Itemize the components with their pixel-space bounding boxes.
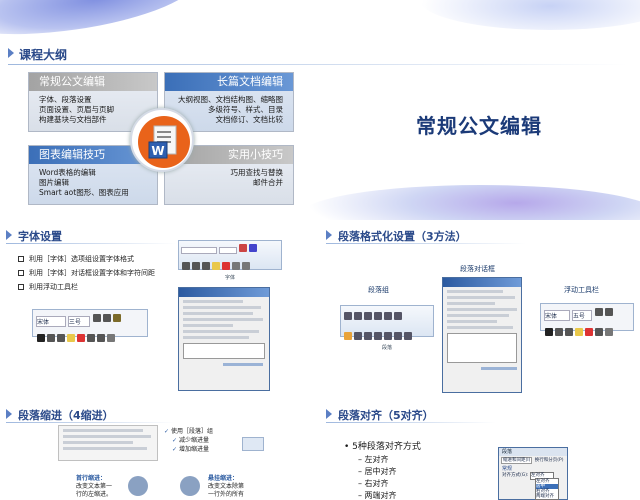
check-icon: ✓ <box>172 437 178 444</box>
dialog-title: 段落 <box>499 448 567 456</box>
font-dialog-thumbnail <box>178 287 270 391</box>
alignment-dropdown[interactable]: 左对齐 居中 右对齐 两端对齐 <box>535 478 559 500</box>
font-ribbon-group[interactable]: 字体 <box>178 240 282 281</box>
floating-toolbar[interactable]: 宋体 五号 <box>540 303 634 336</box>
note-line: 行的左缩进。 <box>76 491 113 498</box>
quadrant-line: 页面设置、页眉与页脚 <box>39 105 114 114</box>
note-title: 首行缩进： <box>76 475 107 482</box>
font-size-field[interactable]: 三号 <box>67 316 90 327</box>
section-marker-icon <box>8 48 14 58</box>
option-decrease-indent[interactable]: 减少缩进量 <box>179 437 209 444</box>
section-marker-icon <box>326 409 332 419</box>
list-item-label: 利用［字体］选项组设置字体格式 <box>29 255 134 263</box>
quadrant-line: 字体、段落设置 <box>39 95 92 104</box>
section-title: 段落缩进（4缩进） <box>18 409 114 422</box>
alignment-field-label: 对齐方式(G): <box>502 473 529 478</box>
check-icon: ✓ <box>164 428 170 435</box>
section-title: 段落格式化设置（3方法） <box>338 230 467 243</box>
section-title: 段落对齐（5对齐） <box>338 409 434 422</box>
sub-item: – 两端对齐 <box>358 491 397 500</box>
quadrant-line: 图片编辑 <box>39 178 69 187</box>
sub-item-label: 居中对齐 <box>364 467 397 476</box>
tab-line-page[interactable]: 换行和分页(P) <box>534 458 565 463</box>
dropdown-option[interactable]: 两端对齐 <box>536 494 558 499</box>
big-title: 常规公文编辑 <box>416 114 542 138</box>
section-marker-icon <box>326 230 332 240</box>
decor-swoosh-left <box>0 0 204 48</box>
quadrant-line: 邮件合并 <box>253 178 283 187</box>
dialog-section: 常规 <box>502 466 513 472</box>
note-line: 一行外的所有 <box>208 491 245 498</box>
sub-item-label: 两端对齐 <box>364 491 397 500</box>
list-item-label: 利用［字体］对话框设置字体和字符间距 <box>29 269 155 277</box>
font-size-field[interactable]: 五号 <box>571 310 592 321</box>
quadrant-line: 大纲视图、文档结构图、缩略图 <box>178 95 283 104</box>
tab-indent-spacing[interactable]: 缩进和间距(I) <box>501 457 533 464</box>
paragraph-dialog-thumbnail <box>442 277 522 393</box>
quadrant-line: Word表格的编辑 <box>39 168 96 177</box>
word-icon: W <box>130 108 194 172</box>
checkbox-icon <box>18 284 24 290</box>
indent-buttons[interactable] <box>242 437 264 451</box>
title-divider <box>6 422 176 423</box>
note-title: 悬挂缩进： <box>208 475 239 482</box>
sub-item: – 居中对齐 <box>358 467 397 476</box>
bullet-label: 5种段落对齐方式 <box>352 442 421 452</box>
section-title: 字体设置 <box>18 230 62 243</box>
section-marker-icon <box>6 409 12 419</box>
paragraph-dialog: 段落 缩进和间距(I) 换行和分页(P) 常规 对齐方式(G): 左对齐 左对齐… <box>498 447 568 500</box>
note-hanging: 悬挂缩进： 改变文本除第 一行外的所有 <box>208 475 244 499</box>
option-header: 使用［段落］组 <box>170 428 213 435</box>
font-name-field[interactable]: 宋体 <box>544 310 570 321</box>
slide-course-outline: 课程大纲 常规公文编辑 字体、段落设置 页面设置、页眉与页脚 构建基块与文档部件… <box>0 0 640 220</box>
quadrant-line: Smart aot图形、图表应用 <box>39 188 129 197</box>
bullet-item: • 5种段落对齐方式 <box>344 442 421 452</box>
list-item: 利用浮动工具栏 <box>18 280 155 294</box>
title-divider <box>6 243 176 244</box>
slide-paragraph-align: 段落对齐（5对齐） • 5种段落对齐方式 – 左对齐 – 居中对齐 – 右对齐 … <box>322 403 640 500</box>
quadrant-heading: 常规公文编辑 <box>29 73 157 91</box>
indent-dialog-thumbnail <box>58 425 158 461</box>
list-item: 利用［字体］选项组设置字体格式 <box>18 252 155 266</box>
checkbox-icon <box>18 256 24 262</box>
decor-swoosh-right <box>420 0 640 30</box>
slide-paragraph-format: 段落格式化设置（3方法） 段落对话框 段落组 浮动工具栏 段落 宋体 五号 <box>322 223 640 400</box>
title-divider <box>326 243 526 244</box>
list-item: 利用［字体］对话框设置字体和字符间距 <box>18 266 155 280</box>
sub-item: – 左对齐 <box>358 455 389 464</box>
decor-swoosh-bottom <box>300 185 640 220</box>
align-bullet-list: • 5种段落对齐方式 – 左对齐 – 居中对齐 – 右对齐 – 两端对齐 <box>344 441 421 500</box>
floating-toolbar[interactable]: 宋体 三号 <box>32 309 148 342</box>
list-item-label: 利用浮动工具栏 <box>29 283 78 291</box>
title-divider <box>8 64 628 65</box>
caption-float: 浮动工具栏 <box>564 286 599 294</box>
section-marker-icon <box>6 230 12 240</box>
title-divider <box>326 422 496 423</box>
svg-text:W: W <box>151 144 164 158</box>
slide-paragraph-indent: 段落缩进（4缩进） ✓ 使用［段落］组 ✓ 减少缩进量 ✓ 增加缩进量 首行缩进… <box>0 403 318 500</box>
checkbox-icon <box>18 270 24 276</box>
check-icon: ✓ <box>172 446 178 453</box>
sub-item: – 右对齐 <box>358 479 389 488</box>
quadrant-heading: 长篇文档编辑 <box>165 73 293 91</box>
option-increase-indent[interactable]: 增加缩进量 <box>179 446 209 453</box>
first-line-indent-icon <box>128 476 148 496</box>
hanging-indent-icon <box>180 476 200 496</box>
section-title: 课程大纲 <box>19 48 68 62</box>
slide-font-settings: 字体设置 利用［字体］选项组设置字体格式 利用［字体］对话框设置字体和字符间距 … <box>0 223 318 400</box>
caption-dialog: 段落对话框 <box>460 265 495 273</box>
quadrant-line: 构建基块与文档部件 <box>39 115 107 124</box>
note-line: 改变文本除第 <box>208 483 245 490</box>
sub-item-label: 右对齐 <box>364 479 389 488</box>
paragraph-ribbon-group[interactable]: 段落 <box>340 305 434 351</box>
note-first-line: 首行缩进： 改变文本第一 行的左缩进。 <box>76 475 112 499</box>
note-line: 改变文本第一 <box>76 483 113 490</box>
sub-item-label: 左对齐 <box>364 455 389 464</box>
caption-group: 段落组 <box>368 286 389 294</box>
font-name-field[interactable]: 宋体 <box>36 316 66 327</box>
